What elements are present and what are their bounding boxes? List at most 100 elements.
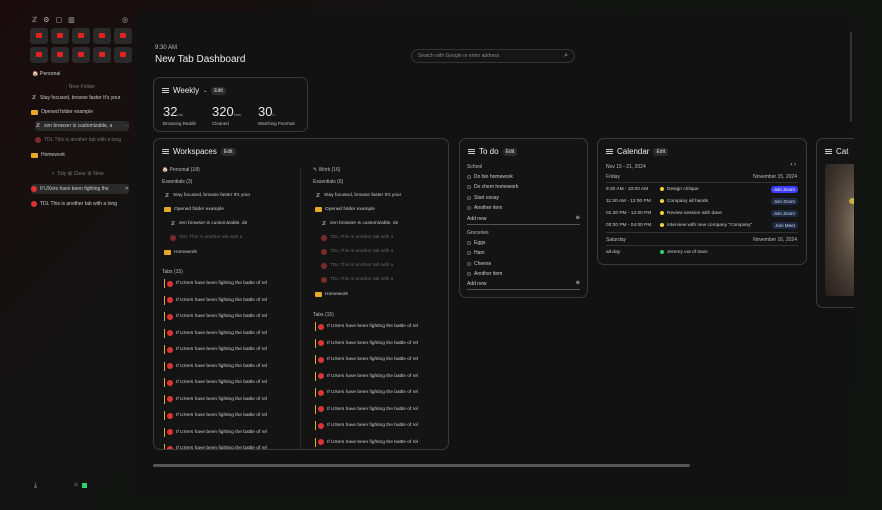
- calendar-event[interactable]: 03:30 PM - 04:00 PM Interview with new co…: [606, 220, 798, 230]
- ws-item[interactable]: ℤzen browser is customizable, de: [170, 219, 247, 228]
- add-new-groceries[interactable]: Add new ⊕: [467, 280, 580, 290]
- join-button[interactable]: Join Zoom: [770, 209, 798, 217]
- tab-row[interactable]: If UXers have been fighting the battle o…: [164, 328, 267, 338]
- pinned-tab[interactable]: [51, 28, 69, 44]
- pinned-tab[interactable]: [30, 47, 48, 63]
- tidy-button[interactable]: ✧ Tidy: [51, 171, 66, 177]
- download-icon[interactable]: ⤓: [34, 482, 37, 490]
- tab-row[interactable]: If UXers have been fighting the battle o…: [164, 378, 267, 387]
- tab-row[interactable]: If UXers have been fighting the battle o…: [164, 361, 267, 371]
- tab-row[interactable]: If UXers have been fighting the battle o…: [315, 404, 418, 414]
- todo-item[interactable]: Cheese: [467, 261, 491, 267]
- tab-row[interactable]: If UXers have been fighting the battle o…: [164, 427, 267, 437]
- tab-row[interactable]: If UXers have been fighting the battle o…: [315, 388, 418, 397]
- todo-item[interactable]: Do chem homework: [467, 184, 518, 190]
- new-folder-divider[interactable]: 🗀 New Folder: [62, 83, 95, 92]
- checkbox-icon[interactable]: [467, 185, 471, 189]
- zen-logo-icon[interactable]: ℤ: [32, 16, 37, 24]
- tab-row[interactable]: If UXers have been fighting the battle o…: [315, 371, 418, 381]
- calendar-event[interactable]: 11:30 AM - 12:00 PM Company all hands Join…: [606, 196, 798, 206]
- ws-folder[interactable]: Opened folder example: [315, 205, 375, 214]
- calendar-event[interactable]: 01:30 PM - 12:00 PM Review session with d…: [606, 208, 798, 218]
- ws-item[interactable]: TDL This is another tab with a: [321, 261, 393, 270]
- vertical-scrollbar[interactable]: [850, 32, 852, 122]
- checkbox-icon[interactable]: [467, 206, 471, 210]
- todo-item[interactable]: Eggs: [467, 240, 485, 246]
- menu-icon[interactable]: [825, 149, 832, 154]
- ws-item[interactable]: ℤzen browser is customizable, de: [321, 219, 398, 228]
- clear-button[interactable]: ⊠ Clear: [68, 171, 86, 177]
- workspace-switcher[interactable]: ⌂: [74, 482, 87, 488]
- join-button[interactable]: Join Zoom: [770, 197, 798, 205]
- menu-icon[interactable]: [162, 149, 169, 154]
- pinned-tab[interactable]: [30, 28, 48, 44]
- menu-icon[interactable]: [162, 88, 169, 93]
- ws-item[interactable]: TDL This is another tab with a: [321, 247, 393, 256]
- tab-row[interactable]: If UXers have been fighting the battle o…: [164, 295, 267, 305]
- more-icon[interactable]: ⋯: [124, 123, 129, 129]
- checkbox-icon[interactable]: [467, 251, 471, 255]
- tab-row[interactable]: If UXers have been fighting the battle o…: [164, 279, 267, 288]
- sidebar-toggle-icon[interactable]: ▥: [68, 16, 75, 24]
- menu-icon[interactable]: [606, 149, 613, 154]
- new-tab-button[interactable]: ⊞ New: [87, 171, 103, 177]
- todo-item[interactable]: Start essay: [467, 195, 499, 201]
- pinned-tab[interactable]: [72, 47, 90, 63]
- calendar-event[interactable]: 9:30 AM - 10:00 AM Design critique Join Zo…: [606, 184, 798, 194]
- sidebar-item[interactable]: ℤzen browser is customizable, a ⋯: [35, 121, 129, 131]
- tab-row[interactable]: If UXers have been fighting the battle o…: [164, 312, 267, 321]
- ws-item[interactable]: TDL This is another tab with a: [170, 233, 242, 242]
- tab-row[interactable]: If UXers have been fighting the battle o…: [315, 338, 418, 348]
- pinned-tab[interactable]: [93, 47, 111, 63]
- split-icon[interactable]: ▢: [56, 16, 63, 24]
- workspace-home-icon[interactable]: ⌂: [74, 482, 78, 488]
- close-tab-icon[interactable]: ✕: [125, 186, 129, 192]
- ws-item[interactable]: TDL This is another tab with a: [321, 275, 393, 284]
- todo-item[interactable]: Another item: [467, 205, 502, 211]
- settings-icon[interactable]: ⚙: [43, 16, 49, 24]
- ws-folder[interactable]: Homework: [164, 248, 197, 257]
- sidebar-tab[interactable]: If UXers have been fighting the ✕: [31, 184, 129, 194]
- checkbox-icon[interactable]: [467, 196, 471, 200]
- edit-button[interactable]: Edit: [653, 147, 669, 156]
- sidebar-item[interactable]: TDL This is another tab with a long: [35, 135, 133, 145]
- pinned-tab[interactable]: [114, 47, 132, 63]
- edit-button[interactable]: Edit: [502, 147, 518, 156]
- tab-row[interactable]: If UXers have been fighting the battle o…: [315, 437, 418, 447]
- todo-item[interactable]: Do bio homework: [467, 174, 513, 180]
- pinned-tab[interactable]: [93, 28, 111, 44]
- tab-row[interactable]: If UXers have been fighting the battle o…: [164, 411, 267, 420]
- edit-button[interactable]: Edit: [211, 86, 226, 95]
- sidebar-tab[interactable]: TDL This is another tab with a long: [31, 199, 129, 209]
- checkbox-icon[interactable]: [467, 262, 471, 266]
- pinned-tab[interactable]: [51, 47, 69, 63]
- checkbox-icon[interactable]: [467, 272, 471, 276]
- next-week-icon[interactable]: ›: [794, 162, 796, 168]
- calendar-event[interactable]: all-day Jeremy out of town: [606, 247, 798, 257]
- sidebar-folder[interactable]: Homework: [31, 150, 129, 160]
- chevron-down-icon[interactable]: ⌄: [203, 88, 207, 94]
- plus-icon[interactable]: ⊕: [576, 215, 580, 221]
- checkbox-icon[interactable]: [467, 241, 471, 245]
- workspace-work-icon[interactable]: [81, 483, 87, 488]
- ws-item[interactable]: ℤ Stay focused, browse faster It's your: [315, 191, 401, 200]
- tab-row[interactable]: If UXers have been fighting the battle o…: [164, 345, 267, 354]
- ws-folder[interactable]: Homework: [315, 290, 348, 299]
- sidebar-item[interactable]: ℤ Stay focused, browse faster It's your: [31, 93, 129, 103]
- tab-row[interactable]: If UXers have been fighting the battle o…: [315, 322, 418, 331]
- todo-item[interactable]: Ham: [467, 250, 485, 256]
- tab-row[interactable]: If UXers have been fighting the battle o…: [315, 355, 418, 364]
- tab-row[interactable]: If UXers have been fighting the battle o…: [315, 421, 418, 430]
- join-button[interactable]: Join Zoom: [770, 185, 798, 193]
- horizontal-scrollbar[interactable]: [153, 464, 690, 467]
- join-button[interactable]: Join Meet: [772, 221, 798, 229]
- tab-row[interactable]: If UXers have been fighting the battle o…: [164, 394, 267, 404]
- search-bar[interactable]: Search with Google or enter address ⌕: [411, 49, 575, 63]
- edit-button[interactable]: Edit: [220, 147, 236, 156]
- pinned-tab[interactable]: [72, 28, 90, 44]
- prev-week-icon[interactable]: ‹: [790, 162, 792, 168]
- ws-item[interactable]: ℤ Stay focused, browse faster It's your: [164, 191, 250, 200]
- checkbox-icon[interactable]: [467, 175, 471, 179]
- plus-icon[interactable]: ⊕: [576, 280, 580, 286]
- menu-icon[interactable]: [468, 149, 475, 154]
